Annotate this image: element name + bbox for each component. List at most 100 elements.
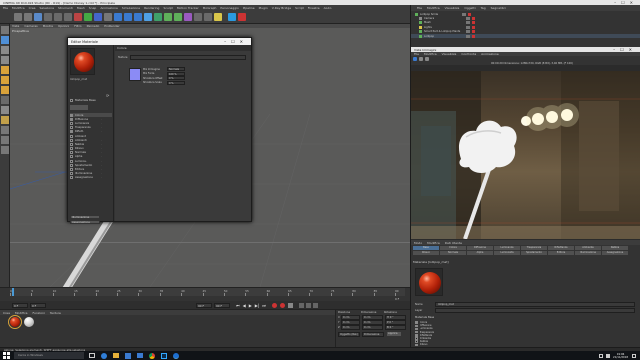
object-menu-item[interactable]: File <box>417 6 422 10</box>
menu-item[interactable]: Modifica <box>12 6 25 10</box>
attribute-channel-checkbox[interactable] <box>415 337 418 340</box>
vray-icon[interactable] <box>228 12 236 21</box>
materials-menu-item[interactable]: Crea <box>3 311 10 315</box>
scale-icon[interactable] <box>54 12 62 21</box>
object-tag-icon[interactable] <box>472 25 475 29</box>
render-settings-icon[interactable] <box>134 12 142 21</box>
channel-checkbox[interactable] <box>70 130 73 134</box>
material-editor-titlebar[interactable]: Editor Materiale –☐✕ <box>68 38 251 45</box>
subdivision-icon[interactable] <box>164 12 172 21</box>
attribute-tab[interactable]: Spostamento <box>521 251 547 255</box>
menu-item[interactable]: Finestre <box>308 6 320 10</box>
attribute-tab[interactable]: Editore <box>548 251 574 255</box>
coord-apply-button[interactable]: Applica <box>386 331 402 337</box>
timeline-ruler[interactable]: 0 5 10 15 20 25 30 35 40 45 50 55 60 65 70 75 80 85 90 <box>10 288 405 296</box>
channel-checkbox[interactable] <box>70 121 73 125</box>
object-tag-icon[interactable] <box>472 34 475 38</box>
light-icon[interactable] <box>214 12 222 21</box>
property-value[interactable]: Normale <box>167 67 185 72</box>
live-selection-icon[interactable] <box>34 12 42 21</box>
texture-mode-icon[interactable] <box>1 46 9 54</box>
chrome-icon[interactable] <box>149 352 155 359</box>
next-key-icon[interactable]: ▶| <box>255 303 259 308</box>
attribute-tab[interactable]: Diffusione <box>467 246 493 250</box>
prev-key-icon[interactable]: ◀ <box>243 303 246 308</box>
render-menu-item[interactable]: Animazione <box>481 52 499 56</box>
array-icon[interactable] <box>174 12 182 21</box>
polygons-mode-icon[interactable] <box>1 86 9 94</box>
timeline[interactable]: 0 5 10 15 20 25 30 35 40 45 50 55 60 65 70 75 80 85 90 0 F <box>0 287 410 301</box>
channel-checkbox[interactable] <box>70 117 73 121</box>
material-editor-presets-button[interactable] <box>70 105 88 110</box>
pen-icon[interactable] <box>154 12 162 21</box>
object-tag-icon[interactable] <box>472 30 475 34</box>
coord-pos-field[interactable]: 0 cm <box>341 325 360 330</box>
attribute-tab[interactable]: Colore <box>440 246 466 250</box>
attribute-tab[interactable]: Alpha <box>467 251 493 255</box>
points-mode-icon[interactable] <box>1 66 9 74</box>
edges-mode-icon[interactable] <box>1 76 9 84</box>
materials-menu-item[interactable]: Modifica <box>15 311 28 315</box>
object-menu-item[interactable]: Tag <box>481 6 486 10</box>
vray-render-icon[interactable] <box>238 12 246 21</box>
attribute-tab[interactable]: Riflettanza <box>548 246 574 250</box>
attribute-tab[interactable]: Ambiente <box>575 246 601 250</box>
key-rotation-icon[interactable] <box>312 302 318 308</box>
tweak-icon[interactable] <box>1 126 9 134</box>
axis-mode-icon[interactable] <box>1 116 9 124</box>
redo-icon[interactable] <box>24 12 32 21</box>
cube-icon[interactable] <box>144 12 152 21</box>
menu-item[interactable]: File <box>3 6 8 10</box>
attribute-tab[interactable]: Luminanza <box>494 246 520 250</box>
channel-checkbox[interactable] <box>70 168 73 172</box>
menu-item[interactable]: Mesh <box>77 6 85 10</box>
lock-icon[interactable] <box>1 146 9 154</box>
materials-menu-item[interactable]: Funzioni <box>33 311 45 315</box>
play-icon[interactable]: ▶ <box>249 303 252 308</box>
object-flags[interactable] <box>466 25 470 29</box>
undo-icon[interactable] <box>14 12 22 21</box>
object-tag-icon[interactable] <box>468 12 471 16</box>
render-menu-item[interactable]: Confronta <box>461 52 476 56</box>
object-flags[interactable] <box>466 21 470 25</box>
snap-icon[interactable] <box>1 106 9 114</box>
key-scale-icon[interactable] <box>305 302 311 308</box>
object-menu-item[interactable]: Segnalibri <box>491 6 506 10</box>
attribute-channel-checkbox[interactable] <box>415 324 418 328</box>
refresh-icon[interactable]: ⟳ <box>106 93 109 98</box>
render-window-controls[interactable]: –☐✕ <box>613 47 637 52</box>
sculpt-icon[interactable] <box>1 136 9 144</box>
z-axis-icon[interactable] <box>94 12 102 21</box>
menu-item[interactable]: Plugin <box>259 6 268 10</box>
attribute-menu-item[interactable]: Modifica <box>427 241 440 245</box>
store-icon[interactable] <box>125 352 131 359</box>
attribute-tab[interactable]: Rilievo <box>413 251 439 255</box>
illumination-button[interactable]: Illuminazione <box>70 215 100 219</box>
photoshop-icon[interactable] <box>161 352 167 359</box>
autokey-icon[interactable] <box>279 302 285 308</box>
network-icon[interactable] <box>599 353 604 358</box>
uv-mode-icon[interactable] <box>1 96 9 104</box>
object-tag-icon[interactable] <box>472 21 475 25</box>
frame-end-field-2[interactable]: 90 F <box>214 302 230 308</box>
channel-checkbox[interactable] <box>70 126 73 130</box>
edge-icon[interactable] <box>101 352 107 359</box>
materials-menu-item[interactable]: Texture <box>50 311 61 315</box>
menu-item[interactable]: Rendering <box>144 6 159 10</box>
channel-row[interactable]: Assegnazione. <box>70 176 112 180</box>
clock[interactable]: 19:06 21/11/2018 <box>613 353 628 359</box>
channel-checkbox[interactable] <box>70 147 73 151</box>
material-editor-window[interactable]: Editor Materiale –☐✕ lollipop_mat Materi… <box>67 37 252 224</box>
property-value[interactable]: 0 % <box>167 80 185 85</box>
render-menu-item[interactable]: File <box>414 52 419 56</box>
coord-rot-field[interactable]: B 0 ° <box>385 325 406 330</box>
render-play-icon[interactable] <box>413 56 417 61</box>
object-flags[interactable] <box>466 34 470 38</box>
coord-system-icon[interactable] <box>104 12 112 21</box>
volume-icon[interactable] <box>606 353 611 358</box>
object-menu-item[interactable]: Visualizza <box>445 6 460 10</box>
cinema4d-icon[interactable] <box>173 352 179 359</box>
object-menu-item[interactable]: Oggetti <box>464 6 475 10</box>
menu-item[interactable]: Personaggio <box>220 6 238 10</box>
property-value[interactable]: 100 % <box>167 71 185 76</box>
